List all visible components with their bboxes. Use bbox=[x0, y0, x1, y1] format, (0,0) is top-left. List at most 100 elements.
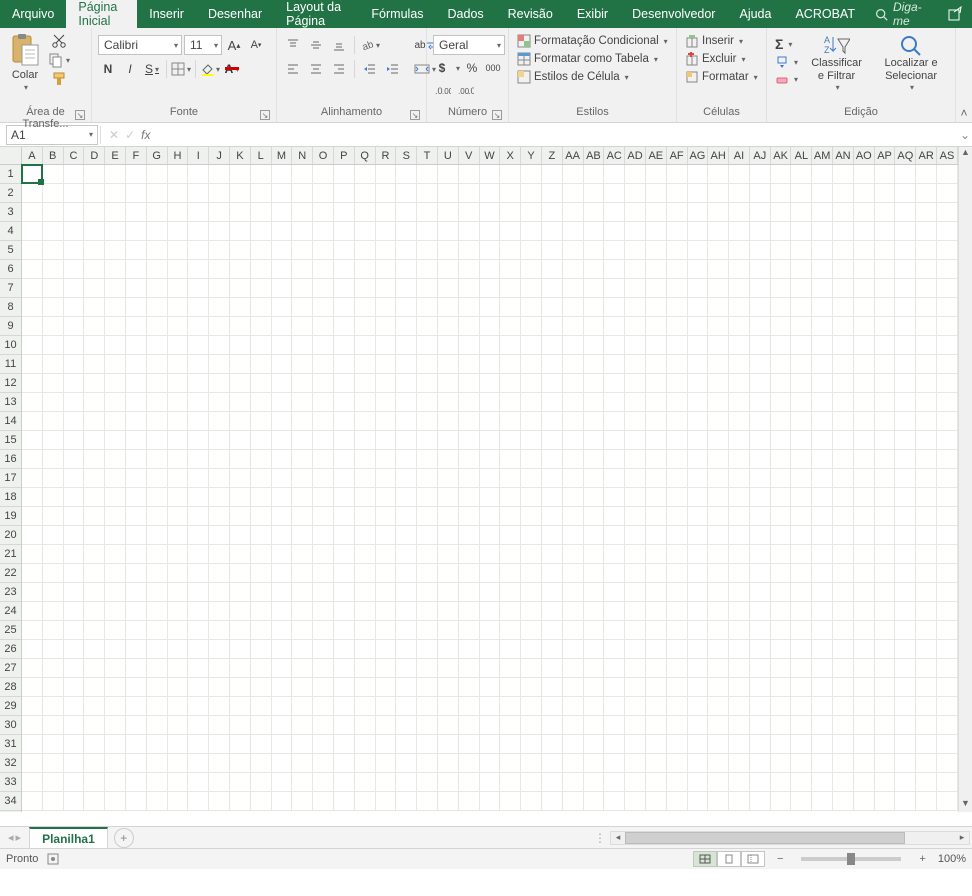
number-format-combo[interactable]: Geral▾ bbox=[433, 35, 505, 55]
cell[interactable] bbox=[708, 583, 729, 601]
cell[interactable] bbox=[584, 640, 605, 658]
cell[interactable] bbox=[251, 336, 272, 354]
cell[interactable] bbox=[376, 621, 397, 639]
cell[interactable] bbox=[833, 203, 854, 221]
cell[interactable] bbox=[168, 735, 189, 753]
cell[interactable] bbox=[916, 773, 937, 791]
cell[interactable] bbox=[459, 488, 480, 506]
cell[interactable] bbox=[292, 374, 313, 392]
cut-icon[interactable] bbox=[48, 33, 70, 49]
zoom-level[interactable]: 100% bbox=[938, 853, 966, 865]
cell[interactable] bbox=[542, 355, 563, 373]
cell[interactable] bbox=[542, 450, 563, 468]
cell[interactable] bbox=[22, 374, 43, 392]
cell[interactable] bbox=[625, 564, 646, 582]
cell[interactable] bbox=[147, 469, 168, 487]
cell[interactable] bbox=[209, 621, 230, 639]
cell[interactable] bbox=[750, 469, 771, 487]
cell[interactable] bbox=[396, 279, 417, 297]
cell[interactable] bbox=[168, 678, 189, 696]
cell[interactable] bbox=[729, 697, 750, 715]
cell[interactable] bbox=[334, 621, 355, 639]
cell[interactable] bbox=[604, 184, 625, 202]
cell[interactable] bbox=[875, 184, 896, 202]
cell[interactable] bbox=[43, 393, 64, 411]
cell[interactable] bbox=[84, 222, 105, 240]
cell[interactable] bbox=[937, 317, 958, 335]
cell[interactable] bbox=[542, 602, 563, 620]
cell[interactable] bbox=[334, 317, 355, 335]
cell[interactable] bbox=[230, 526, 251, 544]
cell[interactable] bbox=[105, 697, 126, 715]
cell[interactable] bbox=[937, 640, 958, 658]
horizontal-scrollbar[interactable]: ◂ ▸ bbox=[610, 831, 970, 845]
cell[interactable] bbox=[563, 298, 584, 316]
cell[interactable] bbox=[854, 336, 875, 354]
cell[interactable] bbox=[147, 203, 168, 221]
cell[interactable] bbox=[542, 184, 563, 202]
cell[interactable] bbox=[355, 279, 376, 297]
cell[interactable] bbox=[292, 203, 313, 221]
cell[interactable] bbox=[459, 564, 480, 582]
row-header[interactable]: 14 bbox=[0, 412, 21, 431]
cell[interactable] bbox=[64, 279, 85, 297]
cell[interactable] bbox=[64, 564, 85, 582]
cell[interactable] bbox=[750, 640, 771, 658]
cell[interactable] bbox=[688, 640, 709, 658]
cell[interactable] bbox=[750, 165, 771, 183]
cell[interactable] bbox=[188, 488, 209, 506]
cell[interactable] bbox=[688, 678, 709, 696]
cell[interactable] bbox=[126, 260, 147, 278]
cell[interactable] bbox=[334, 773, 355, 791]
sheet-nav-first-icon[interactable]: ◂ bbox=[8, 831, 14, 844]
cell[interactable] bbox=[895, 697, 916, 715]
column-header[interactable]: Z bbox=[542, 147, 563, 164]
cell[interactable] bbox=[168, 716, 189, 734]
cell[interactable] bbox=[105, 450, 126, 468]
cell[interactable] bbox=[64, 355, 85, 373]
cell[interactable] bbox=[875, 450, 896, 468]
cell[interactable] bbox=[459, 412, 480, 430]
cell[interactable] bbox=[646, 735, 667, 753]
cell[interactable] bbox=[791, 773, 812, 791]
cell[interactable] bbox=[875, 621, 896, 639]
cell[interactable] bbox=[875, 564, 896, 582]
cell[interactable] bbox=[542, 621, 563, 639]
cell[interactable] bbox=[272, 260, 293, 278]
cell[interactable] bbox=[272, 545, 293, 563]
cell[interactable] bbox=[84, 374, 105, 392]
cell[interactable] bbox=[563, 469, 584, 487]
cell[interactable] bbox=[313, 773, 334, 791]
bold-button[interactable]: N bbox=[98, 59, 118, 79]
cell[interactable] bbox=[750, 317, 771, 335]
cell[interactable] bbox=[105, 355, 126, 373]
cell[interactable] bbox=[542, 412, 563, 430]
cell[interactable] bbox=[812, 374, 833, 392]
cell[interactable] bbox=[542, 507, 563, 525]
orientation-icon[interactable]: ab▾ bbox=[360, 35, 380, 55]
cell[interactable] bbox=[22, 640, 43, 658]
cell[interactable] bbox=[22, 507, 43, 525]
cell[interactable] bbox=[895, 203, 916, 221]
cell[interactable] bbox=[625, 697, 646, 715]
cell[interactable] bbox=[667, 355, 688, 373]
cell[interactable] bbox=[251, 621, 272, 639]
cell[interactable] bbox=[43, 697, 64, 715]
cell[interactable] bbox=[521, 241, 542, 259]
row-header[interactable]: 22 bbox=[0, 564, 21, 583]
cell[interactable] bbox=[708, 469, 729, 487]
cell[interactable] bbox=[750, 355, 771, 373]
cell[interactable] bbox=[396, 792, 417, 810]
cell[interactable] bbox=[708, 355, 729, 373]
cell[interactable] bbox=[272, 716, 293, 734]
cell[interactable] bbox=[521, 165, 542, 183]
cell[interactable] bbox=[584, 184, 605, 202]
row-header[interactable]: 2 bbox=[0, 184, 21, 203]
cell[interactable] bbox=[22, 735, 43, 753]
cell[interactable] bbox=[688, 716, 709, 734]
cell[interactable] bbox=[916, 659, 937, 677]
cell[interactable] bbox=[396, 469, 417, 487]
cell[interactable] bbox=[584, 621, 605, 639]
cell[interactable] bbox=[209, 203, 230, 221]
cell[interactable] bbox=[230, 412, 251, 430]
